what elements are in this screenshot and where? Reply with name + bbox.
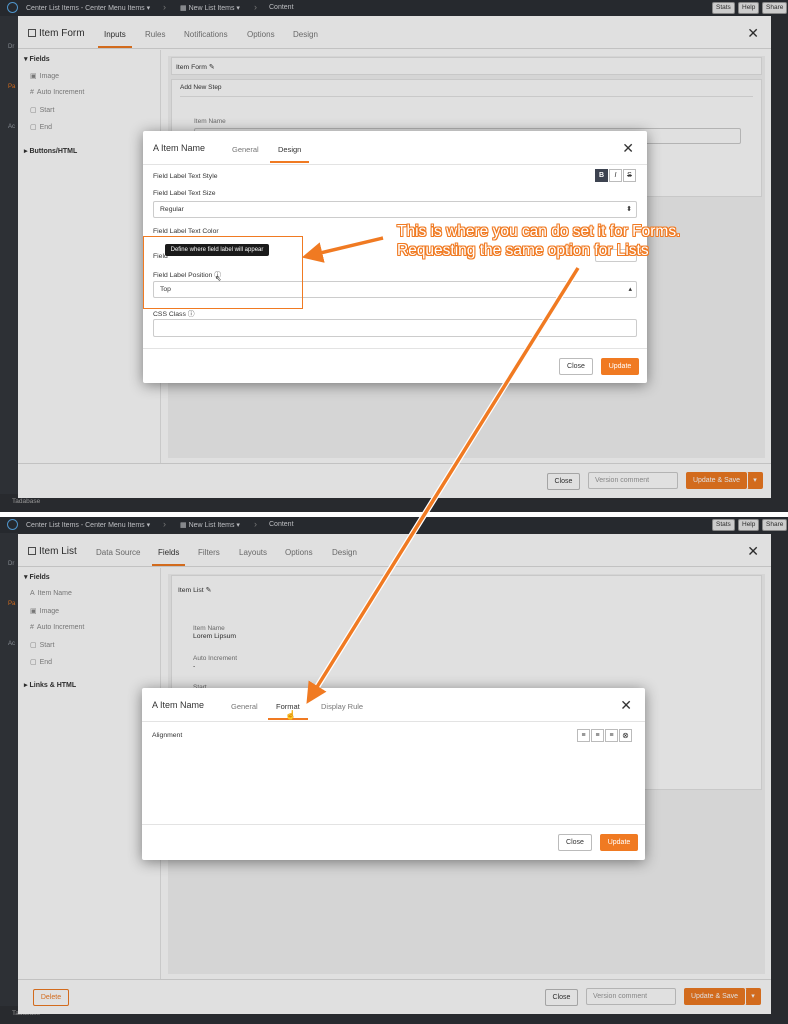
annotation-line-1: This is where you can do set it for Form… [397, 223, 681, 240]
annotation-arrows [301, 235, 581, 704]
arrow-to-list-format [306, 267, 580, 704]
arrow-to-form-option [301, 236, 384, 263]
annotation-line-2: Requesting the same option for Lists [397, 242, 649, 259]
